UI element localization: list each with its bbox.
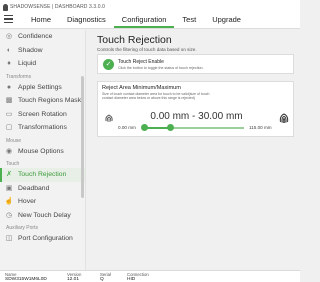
reject-area-card: Reject Area Minimum/Maximum Size of touc… [97,81,294,137]
page-title: Touch Rejection [97,34,172,46]
check-icon[interactable]: ✓ [103,59,114,70]
tab-configuration[interactable]: Configuration [113,11,175,28]
sidebar-item-deadband[interactable]: ▣ Deadband [0,182,85,196]
status-version-value: 12.01 [67,277,80,282]
status-serial-value: Q [100,277,104,282]
status-name-value: SDW315W1M6L0D [5,277,47,282]
range-slider-max-thumb[interactable] [166,124,174,132]
sidebar-item-label: Mouse Options [18,147,64,155]
tab-upgrade[interactable]: Upgrade [204,11,249,28]
sidebar-item-label: Confidence [18,33,53,41]
range-readout: 0.00 mm - 30.00 mm [150,111,243,122]
top-bar: SHADOWSENSE | DASHBOARD 3.3.0.0 Home Dia… [0,0,300,29]
sidebar-item-label: Shadow [18,46,43,54]
sidebar-item-port-configuration[interactable]: ◫ Port Configuration [0,232,85,246]
liquid-icon: ♦ [7,60,11,68]
touch-reject-enable-description: Click the button to toggle the status of… [118,66,204,70]
brand-logo-icon [3,3,8,11]
reject-area-title: Reject Area Minimum/Maximum [102,85,181,91]
sidebar-item-label: New Touch Delay [18,211,71,219]
sidebar-item-apple-settings[interactable]: ● Apple Settings [0,81,85,95]
reject-area-description: Size of touch contact diameter area for … [102,92,210,101]
range-slider-track[interactable] [140,124,244,132]
page-subtitle: Controls the filtering of touch data bas… [97,47,197,52]
sidebar-item-touch-rejection[interactable]: ✗ Touch Rejection [0,168,85,182]
main-panel: Touch Rejection Controls the filtering o… [89,30,300,270]
sidebar-item-mouse-options[interactable]: ◉ Mouse Options [0,145,85,159]
main-tabs: Home Diagnostics Configuration Test Upgr… [23,11,249,28]
fingerprint-large-icon [279,113,289,124]
status-name: Name SDW315W1M6L0D [5,272,47,282]
regions-mask-icon: ▩ [5,97,13,105]
sidebar-item-shadow[interactable]: ◐ Shadow [0,44,85,58]
transformations-icon: ▢ [5,124,13,132]
touch-delay-icon: ◷ [5,211,13,219]
sidebar-section-mouse: Mouse [6,137,22,144]
hover-icon: ☝ [4,198,14,206]
hamburger-menu-icon[interactable] [4,15,13,23]
sidebar-item-label: Transformations [18,124,67,132]
sidebar-item-label: Screen Rotation [18,110,67,118]
tab-home[interactable]: Home [23,11,59,28]
sidebar-section-touch: Touch [6,161,20,167]
tab-test[interactable]: Test [174,11,204,28]
screen-rotation-icon: ▭ [5,110,13,118]
sidebar-item-confidence[interactable]: ◎ Confidence [0,30,85,44]
sidebar-item-label: Hover [18,198,37,206]
mouse-icon: ◉ [5,147,13,155]
touch-rejection-icon: ✗ [6,171,12,179]
sidebar-item-label: Liquid [18,60,37,68]
deadband-icon: ▣ [5,184,13,192]
sidebar-item-label: Apple Settings [18,83,62,91]
sidebar-item-new-touch-delay[interactable]: ◷ New Touch Delay [0,209,85,223]
port-icon: ◫ [5,235,13,243]
sidebar-item-label: Port Configuration [18,235,73,243]
sidebar-scrollbar[interactable] [81,76,84,198]
sidebar-item-liquid[interactable]: ♦ Liquid [0,57,85,71]
status-serial: Serial Q [100,272,111,282]
range-min-label: 0.00 mm [118,125,136,130]
sidebar-item-hover[interactable]: ☝ Hover [0,195,85,209]
sidebar-item-screen-rotation[interactable]: ▭ Screen Rotation [0,108,85,122]
status-connection: Connection HID [127,272,149,282]
sidebar-section-auxiliary-ports: Auxiliary Ports [6,225,38,231]
sidebar-item-label: Touch Rejection [18,171,67,179]
touch-reject-enable-card[interactable]: ✓ Touch Reject Enable Click the button t… [97,54,294,74]
sidebar-item-transformations[interactable]: ▢ Transformations [0,121,85,135]
sidebar-section-transforms: Transforms [6,73,32,80]
apple-icon: ● [6,83,12,91]
status-connection-value: HID [127,277,136,282]
range-slider-min-thumb[interactable] [140,124,148,132]
status-bar: Name SDW315W1M6L0D Version 12.01 Serial … [0,270,300,282]
sidebar-item-touch-regions-mask[interactable]: ▩ Touch Regions Mask [0,94,85,108]
sidebar-item-label: Deadband [18,184,50,192]
sidebar-item-label: Touch Regions Mask [18,97,82,105]
tab-diagnostics[interactable]: Diagnostics [59,11,114,28]
touch-reject-enable-title: Touch Reject Enable [118,59,164,65]
brand-title: SHADOWSENSE | DASHBOARD 3.3.0.0 [10,4,105,10]
range-max-label: 115.00 mm [249,125,272,130]
shadow-icon: ◐ [6,46,12,54]
status-version: Version 12.01 [67,272,81,282]
sidebar: ◎ Confidence ◐ Shadow ♦ Liquid Transform… [0,30,86,270]
confidence-icon: ◎ [5,33,13,41]
